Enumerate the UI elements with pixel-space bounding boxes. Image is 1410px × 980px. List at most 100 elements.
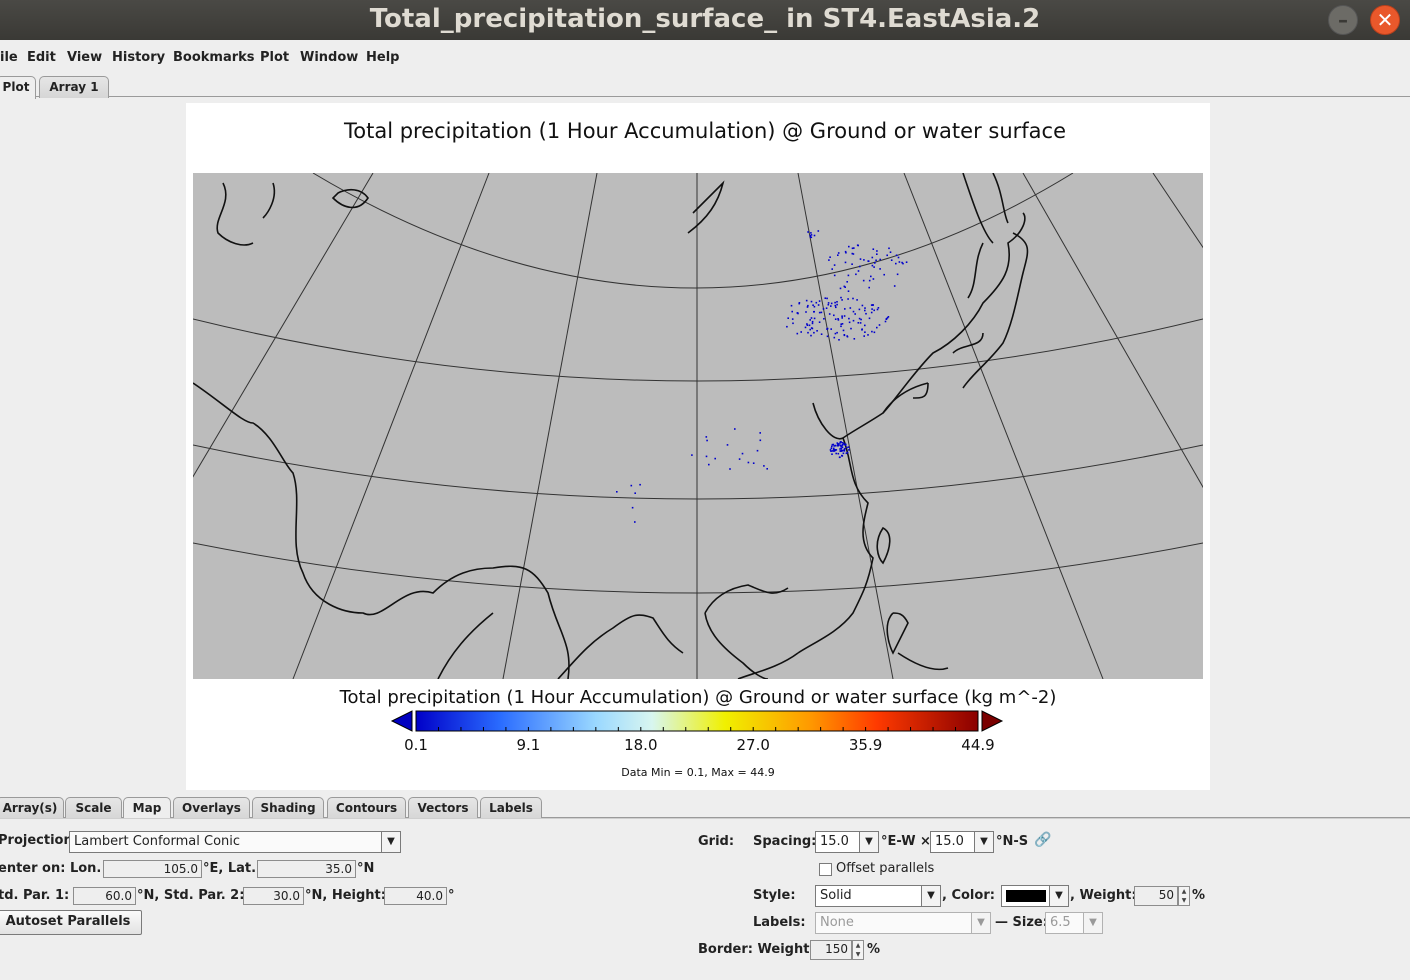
top-tab-strip: Plot Array 1 [0,75,1410,99]
map-background [193,173,1203,679]
tab-scale[interactable]: Scale [65,797,122,819]
projection-label: Projection: [0,833,78,848]
offset-parallels-label: Offset parallels [836,861,935,876]
ns-unit: °N-S [996,834,1029,849]
center-lat-field[interactable]: 35.0 [257,860,356,878]
precip-point [836,442,839,444]
chevron-down-icon[interactable]: ▼ [971,913,990,933]
chevron-down-icon[interactable]: ▼ [381,832,400,852]
chevron-down-icon[interactable]: ▼ [859,832,878,852]
tab-contours[interactable]: Contours [327,797,406,819]
precip-point [726,444,729,446]
menu-help[interactable]: Help [366,50,399,65]
precip-point [705,436,708,438]
height-label: °N, Height: [305,888,386,903]
precip-point [820,333,823,335]
color-label: , Color: [942,888,995,903]
grid-label: Grid: [698,834,735,849]
colorbar-tick-label: 35.9 [849,736,882,754]
std-par2-field[interactable]: 30.0 [243,887,304,905]
precip-point [836,303,838,306]
color-select[interactable]: ▼ [1001,885,1069,907]
precip-point [630,484,633,487]
menu-view[interactable]: View [67,50,102,65]
std-par1-label: td. Par. 1: [0,888,70,903]
spacing-ns-select[interactable]: 15.0 ▼ [930,831,994,853]
style-label: Style: [753,888,796,903]
precip-point [836,301,838,303]
precip-point [837,452,840,455]
center-lon-field[interactable]: 105.0 [103,860,202,878]
precip-point [890,259,893,261]
tab-vectors[interactable]: Vectors [408,797,478,819]
height-field[interactable]: 40.0 [384,887,447,905]
precip-point [834,444,837,447]
menu-history[interactable]: History [112,50,165,65]
minimize-icon[interactable]: – [1328,5,1358,35]
autoset-parallels-button[interactable]: Autoset Parallels [0,910,142,935]
precip-point [864,307,866,309]
colorbar-tick-label: 27.0 [736,736,769,754]
tab-plot[interactable]: Plot [0,76,36,99]
projection-select[interactable]: Lambert Conformal Conic ▼ [69,831,401,853]
menu-window[interactable]: Window [300,50,358,65]
precip-point [861,328,863,330]
labels-select[interactable]: None ▼ [815,912,991,934]
chevron-down-icon[interactable]: ▼ [1049,886,1068,906]
chevron-down-icon[interactable]: ▼ [921,886,940,906]
tab-map[interactable]: Map [123,797,171,820]
precip-point [818,311,821,314]
tab-array-1[interactable]: Array 1 [39,76,109,98]
tab-arrays[interactable]: Array(s) [0,797,64,819]
precip-point [841,454,843,457]
precip-point [852,319,855,322]
precip-point [837,252,840,254]
precip-point [809,319,811,321]
precip-point [818,321,821,323]
close-icon[interactable]: ✕ [1370,5,1400,35]
tab-overlays[interactable]: Overlays [173,797,250,819]
spacing-ew-select[interactable]: 15.0 ▼ [815,831,879,853]
menu-edit[interactable]: Edit [27,50,56,65]
precip-point [810,234,813,236]
precip-point [790,304,793,307]
precip-point [844,261,847,264]
chevron-down-icon[interactable]: ▼ [974,832,993,852]
precip-point [854,313,856,315]
precip-point [813,234,816,237]
precip-point [868,286,870,289]
precip-point [850,327,852,330]
map-plot[interactable] [193,173,1203,679]
precip-point [842,452,845,455]
precip-point [830,302,833,305]
precip-point [830,305,832,307]
link-icon[interactable]: 🔗 [1034,832,1051,848]
tab-labels[interactable]: Labels [480,797,542,819]
offset-parallels-checkbox[interactable] [819,863,832,876]
colorbar-tick-label: 0.1 [404,736,428,754]
std-par1-field[interactable]: 60.0 [73,887,136,905]
precip-point [843,315,846,317]
chevron-down-icon[interactable]: ▼ [1083,913,1102,933]
menu-file[interactable]: ile [0,50,18,65]
style-select[interactable]: Solid ▼ [815,885,941,907]
tab-shading[interactable]: Shading [252,797,324,819]
bottom-tab-strip: Array(s) Scale Map Overlays Shading Cont… [0,796,1410,820]
precip-point [791,318,794,320]
menu-bookmarks[interactable]: Bookmarks [173,50,255,65]
precip-point [827,302,830,304]
border-weight-spinner-icon[interactable]: ▲ ▼ [852,940,864,960]
precip-point [835,452,837,455]
border-weight-field[interactable]: 150 [810,940,852,960]
precip-point [841,299,843,301]
precip-point [815,301,818,304]
precip-point [871,308,873,310]
precip-point [839,287,842,290]
precip-point [840,296,842,299]
precip-point [766,468,768,470]
weight-spinner-icon[interactable]: ▲ ▼ [1178,886,1190,906]
size-select[interactable]: 6.5 ▼ [1045,912,1103,934]
menu-plot[interactable]: Plot [260,50,289,65]
weight-field[interactable]: 50 [1134,886,1178,906]
precip-point [834,301,836,304]
